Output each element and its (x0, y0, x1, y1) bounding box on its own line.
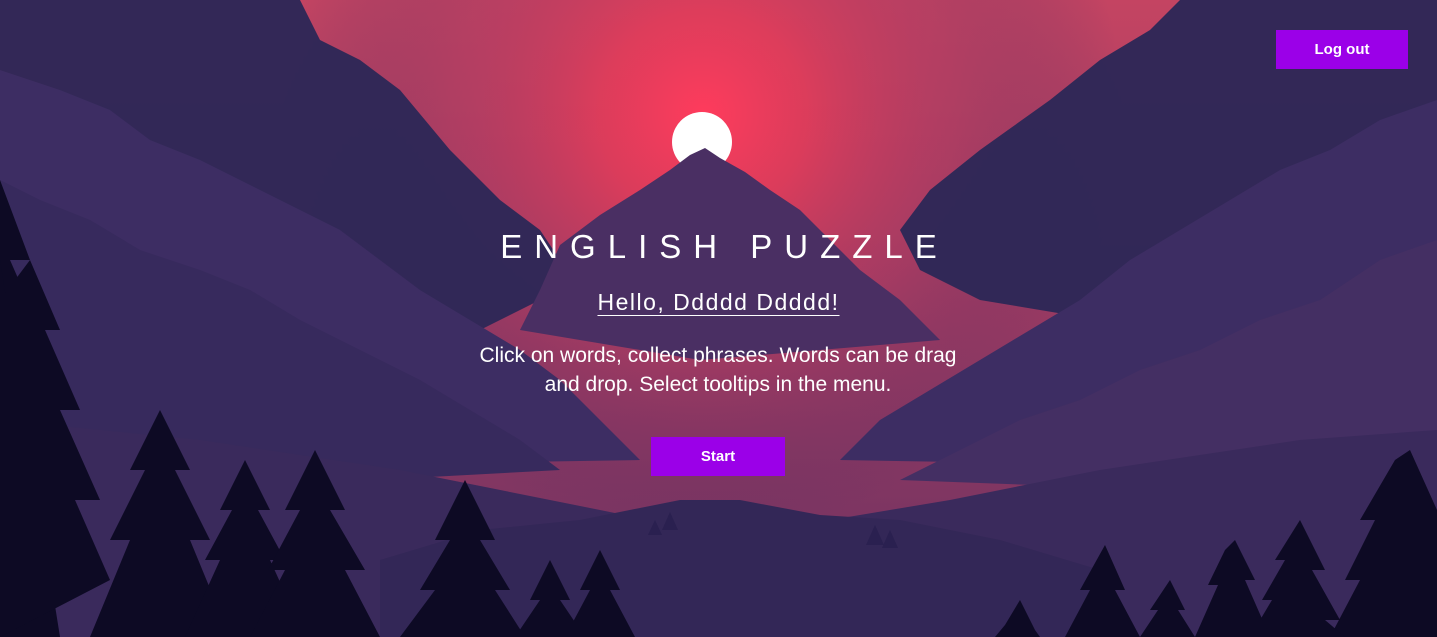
greeting: Hello, Ddddd Ddddd! (0, 289, 1437, 316)
start-button[interactable]: Start (651, 437, 785, 476)
greeting-text: Hello, Ddddd Ddddd! (597, 289, 840, 315)
instructions-text: Click on words, collect phrases. Words c… (479, 344, 957, 396)
page-title: ENGLISH PUZZLE (500, 228, 949, 265)
start-screen: Log out ENGLISH PUZZLE Hello, Ddddd Dddd… (0, 0, 1437, 637)
mountain-sunset-background (0, 0, 1437, 637)
logout-button[interactable]: Log out (1276, 30, 1408, 69)
